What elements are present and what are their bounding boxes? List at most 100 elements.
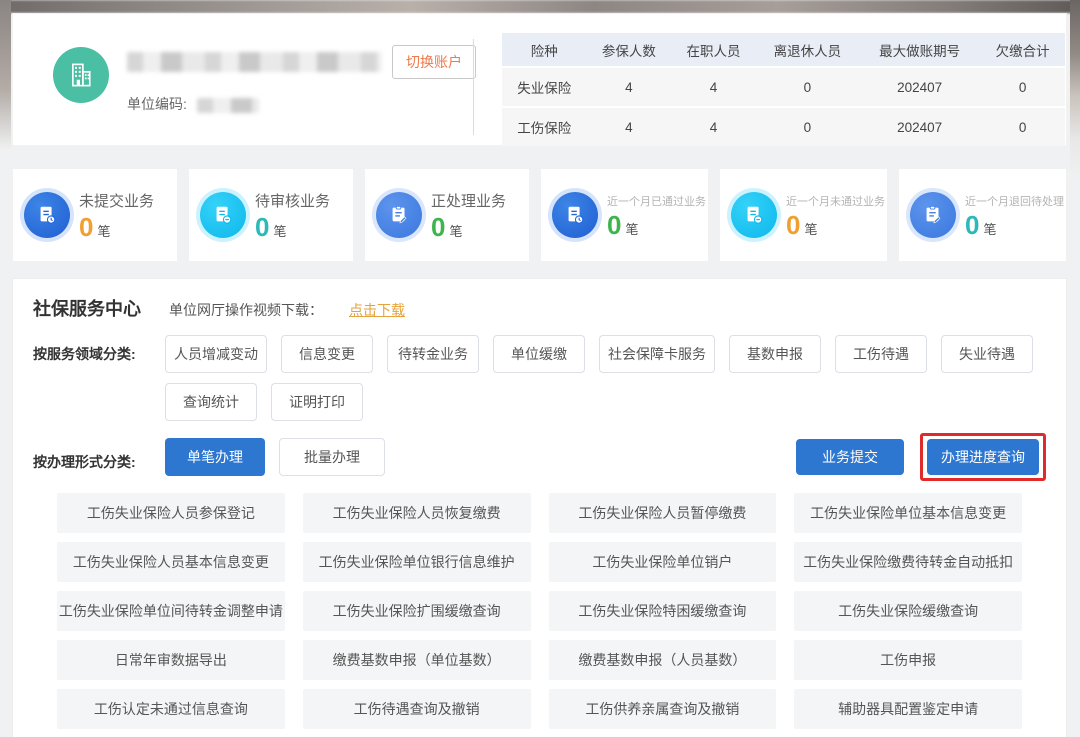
retired-count-cell: 0	[756, 108, 859, 146]
business-submit-button[interactable]: 业务提交	[796, 439, 904, 475]
biz-button[interactable]: 日常年审数据导出	[57, 640, 285, 680]
biz-button[interactable]: 工伤失业保险单位基本信息变更	[794, 493, 1022, 533]
max-period-cell: 202407	[859, 68, 980, 106]
stat-label: 近一个月未通过业务	[786, 193, 885, 209]
document-clock-icon	[24, 192, 70, 238]
highlight-annotation-box: 办理进度查询	[920, 433, 1046, 481]
biz-button[interactable]: 工伤失业保险缓缴查询	[794, 591, 1022, 631]
video-download-link[interactable]: 点击下载	[349, 300, 405, 320]
biz-button[interactable]: 辅助器具配置鉴定申请	[794, 689, 1022, 729]
domain-chip[interactable]: 基数申报	[729, 335, 821, 373]
biz-button[interactable]: 工伤失业保险缴费待转金自动抵扣	[794, 542, 1022, 582]
stat-value: 0	[79, 214, 93, 240]
domain-chip[interactable]: 信息变更	[281, 335, 373, 373]
retired-count-cell: 0	[756, 68, 859, 106]
stat-unit: 笔	[625, 219, 638, 238]
domain-chip[interactable]: 查询统计	[165, 383, 257, 421]
active-count-cell: 4	[671, 68, 756, 106]
stat-value: 0	[431, 214, 445, 240]
stat-text: 未提交业务 0 笔	[79, 190, 154, 240]
stat-label: 待审核业务	[255, 190, 330, 211]
column-header: 最大做账期号	[859, 33, 980, 66]
single-handle-tab[interactable]: 单笔办理	[165, 438, 265, 476]
stat-unit: 笔	[804, 219, 817, 238]
document-minus-icon	[200, 192, 246, 238]
unit-code-row: 单位编码:	[127, 94, 476, 114]
biz-button[interactable]: 工伤申报	[794, 640, 1022, 680]
insured-count-cell: 4	[587, 108, 672, 146]
stat-card-unsubmitted[interactable]: 未提交业务 0 笔	[12, 168, 178, 262]
stat-card-rejected-month[interactable]: 近一个月未通过业务 0 笔	[719, 168, 888, 262]
switch-account-button[interactable]: 切换账户	[392, 45, 476, 79]
stat-card-returned-month[interactable]: 近一个月退回待处理 0 笔	[898, 168, 1067, 262]
biz-button[interactable]: 缴费基数申报（人员基数）	[549, 640, 777, 680]
unit-code-label: 单位编码:	[127, 96, 187, 112]
arrears-cell: 0	[980, 108, 1065, 146]
domain-chip[interactable]: 人员增减变动	[165, 335, 267, 373]
biz-button[interactable]: 工伤待遇查询及撤销	[303, 689, 531, 729]
stat-value: 0	[607, 212, 621, 238]
biz-button[interactable]: 工伤失业保险人员暂停缴费	[549, 493, 777, 533]
column-header: 欠缴合计	[980, 33, 1065, 66]
form-classify-label: 按办理形式分类:	[33, 443, 165, 472]
biz-button[interactable]: 工伤失业保险单位银行信息维护	[303, 542, 531, 582]
stat-text: 近一个月未通过业务 0 笔	[786, 193, 885, 238]
insurance-summary-table: 险种 参保人数 在职人员 离退休人员 最大做账期号 欠缴合计 失业保险 4 4 …	[474, 14, 1066, 145]
background-photo-strip	[0, 0, 1080, 13]
stat-card-pending-review[interactable]: 待审核业务 0 笔	[188, 168, 354, 262]
biz-button[interactable]: 工伤失业保险单位销户	[549, 542, 777, 582]
insurance-type-cell: 失业保险	[502, 68, 587, 106]
stat-card-processing[interactable]: 正处理业务 0 笔	[364, 168, 530, 262]
table-header-row: 险种 参保人数 在职人员 离退休人员 最大做账期号 欠缴合计	[502, 33, 1065, 66]
batch-handle-tab[interactable]: 批量办理	[279, 438, 385, 476]
company-name-redacted	[127, 52, 382, 72]
stat-text: 待审核业务 0 笔	[255, 190, 330, 240]
stat-text: 近一个月退回待处理 0 笔	[965, 193, 1064, 238]
building-icon	[53, 47, 109, 103]
biz-button[interactable]: 工伤失业保险单位间待转金调整申请	[57, 591, 285, 631]
stat-cards-row: 未提交业务 0 笔 待审核业务 0 笔	[12, 168, 1067, 262]
table-row: 工伤保险 4 4 0 202407 0	[502, 108, 1065, 146]
biz-button[interactable]: 工伤失业保险特困缓缴查询	[549, 591, 777, 631]
biz-button[interactable]: 工伤认定未通过信息查询	[57, 689, 285, 729]
background-photo-left-edge	[0, 0, 11, 150]
domain-chip[interactable]: 社会保障卡服务	[599, 335, 715, 373]
service-center-panel: 社保服务中心 单位网厅操作视频下载： 点击下载 按服务领域分类: 人员增减变动 …	[12, 278, 1067, 737]
biz-button[interactable]: 工伤失业保险人员参保登记	[57, 493, 285, 533]
stat-unit: 笔	[273, 221, 286, 240]
stat-text: 正处理业务 0 笔	[431, 190, 506, 240]
biz-button[interactable]: 工伤失业保险人员恢复缴费	[303, 493, 531, 533]
biz-button[interactable]: 工伤失业保险人员基本信息变更	[57, 542, 285, 582]
max-period-cell: 202407	[859, 108, 980, 146]
column-header: 离退休人员	[756, 33, 859, 66]
domain-chip[interactable]: 证明打印	[271, 383, 363, 421]
domain-chip[interactable]: 工伤待遇	[835, 335, 927, 373]
domain-chip[interactable]: 失业待遇	[941, 335, 1033, 373]
clipboard-arrow-icon	[910, 192, 956, 238]
stat-unit: 笔	[97, 221, 110, 240]
column-header: 参保人数	[587, 33, 672, 66]
business-grid: 工伤失业保险人员参保登记 工伤失业保险人员恢复缴费 工伤失业保险人员暂停缴费 工…	[13, 493, 1066, 729]
stat-text: 近一个月已通过业务 0 笔	[607, 193, 706, 238]
active-count-cell: 4	[671, 108, 756, 146]
biz-button[interactable]: 工伤失业保险扩围缓缴查询	[303, 591, 531, 631]
domain-chip[interactable]: 待转金业务	[387, 335, 479, 373]
stat-value: 0	[255, 214, 269, 240]
company-info: 切换账户 单位编码:	[127, 45, 476, 145]
biz-button[interactable]: 工伤供养亲属查询及撤销	[549, 689, 777, 729]
stat-value: 0	[786, 212, 800, 238]
progress-query-button[interactable]: 办理进度查询	[927, 439, 1039, 475]
page-title: 社保服务中心	[33, 295, 141, 321]
domain-classify-row: 按服务领域分类: 人员增减变动 信息变更 待转金业务 单位缓缴 社会保障卡服务 …	[13, 335, 1066, 421]
stat-label: 近一个月退回待处理	[965, 193, 1064, 209]
stat-label: 正处理业务	[431, 190, 506, 211]
document-clock-icon	[552, 192, 598, 238]
company-block: 切换账户 单位编码:	[13, 14, 473, 145]
domain-classify-label: 按服务领域分类:	[33, 335, 165, 421]
biz-button[interactable]: 缴费基数申报（单位基数）	[303, 640, 531, 680]
stat-label: 近一个月已通过业务	[607, 193, 706, 209]
background-photo-right-edge	[1070, 0, 1080, 737]
unit-code-redacted	[197, 98, 259, 113]
stat-card-approved-month[interactable]: 近一个月已通过业务 0 笔	[540, 168, 709, 262]
domain-chip[interactable]: 单位缓缴	[493, 335, 585, 373]
